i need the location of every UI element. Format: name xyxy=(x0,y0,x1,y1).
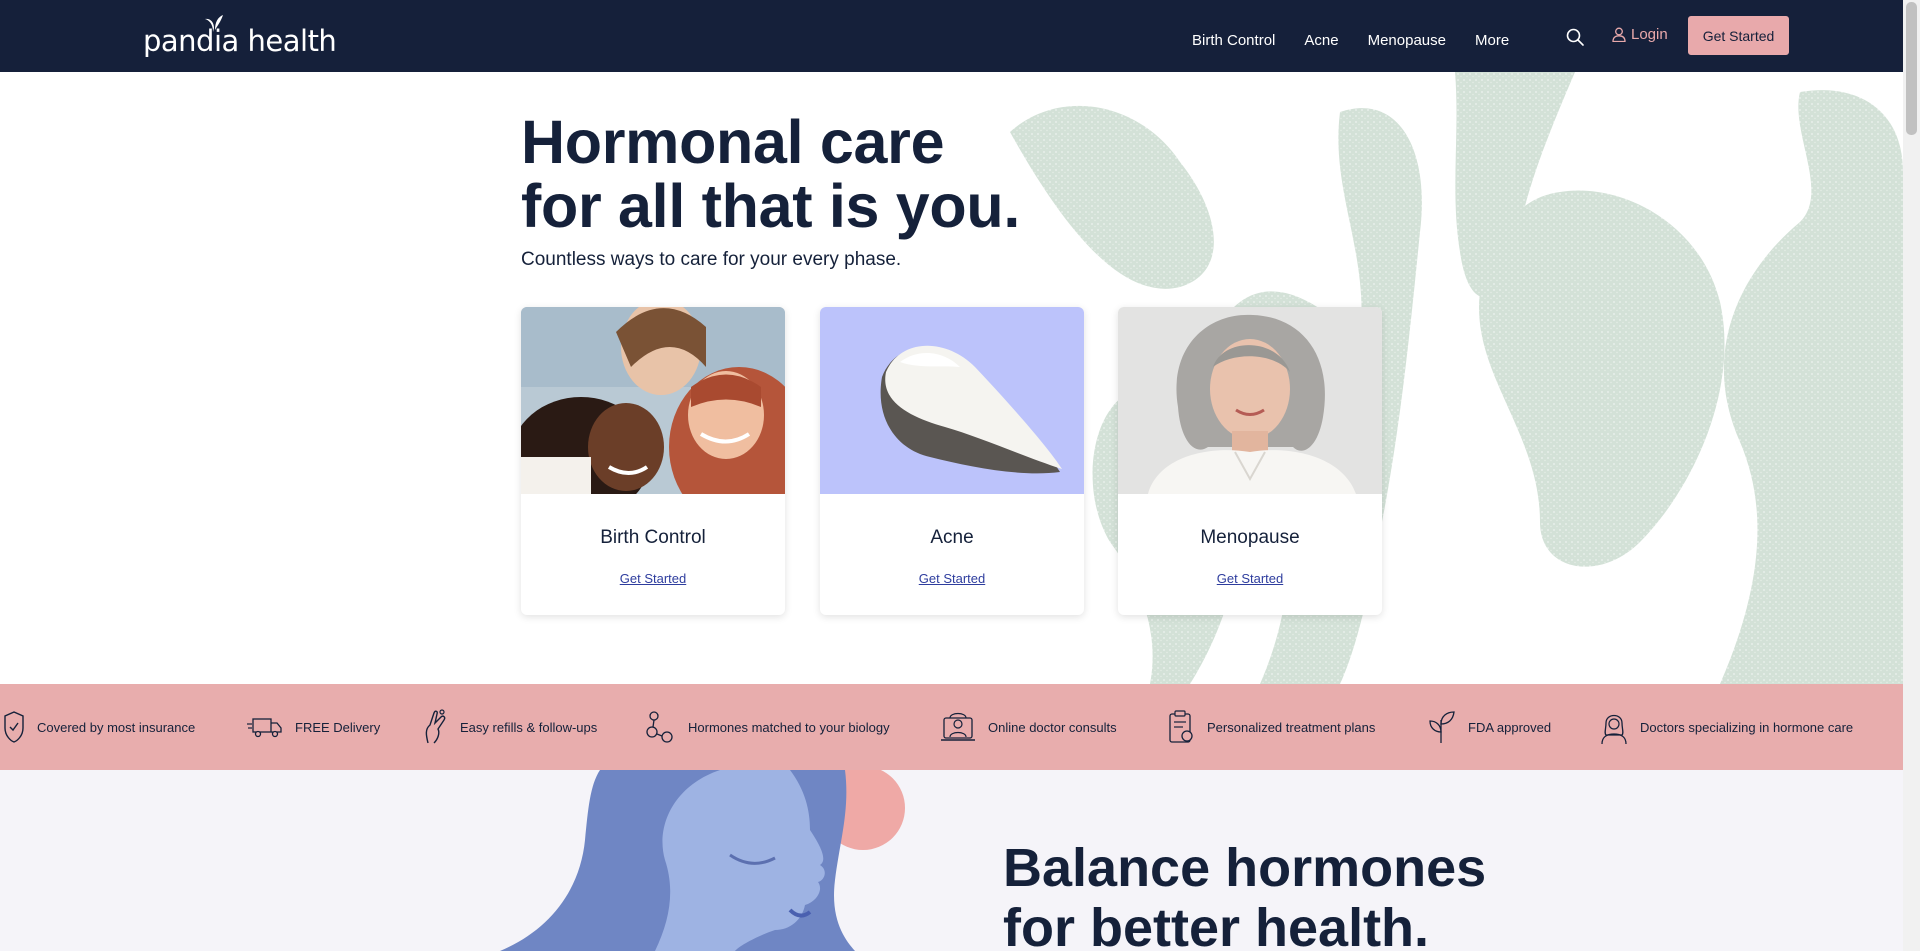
lower-title-line-2: for better health. xyxy=(1003,898,1430,951)
feature-item: Personalized treatment plans xyxy=(1167,684,1375,770)
clipboard-icon xyxy=(1169,710,1193,743)
leaf-icon xyxy=(1429,711,1455,743)
feature-label: Online doctor consults xyxy=(988,719,1117,735)
truck-icon xyxy=(247,718,282,738)
feature-item: Covered by most insurance xyxy=(3,684,195,770)
features-banner: Covered by most insurance FREE Delivery … xyxy=(0,684,1903,770)
card-title: Acne xyxy=(930,527,974,548)
feature-label: Personalized treatment plans xyxy=(1207,719,1376,735)
hero-title: Hormonal care for all that is you. xyxy=(521,110,1020,238)
nav-link-more[interactable]: More xyxy=(1475,32,1509,49)
feature-label: Doctors specializing in hormone care xyxy=(1640,719,1854,735)
cream-swatch-photo xyxy=(820,307,1084,494)
hand-icon xyxy=(425,709,446,744)
shield-icon xyxy=(4,711,24,743)
nav-link-birth-control[interactable]: Birth Control xyxy=(1192,32,1275,49)
balance-hormones-title: Balance hormones for better health. xyxy=(1003,838,1486,951)
lower-title-line-1: Balance hormones xyxy=(1003,838,1487,898)
laptop-doctor-icon xyxy=(941,712,975,741)
feature-item: FREE Delivery xyxy=(247,684,380,770)
pandia-health-logo[interactable]: pandia health xyxy=(143,15,337,58)
page-scrollbar[interactable] xyxy=(1903,0,1920,951)
card-menopause[interactable]: Menopause Get Started xyxy=(1118,307,1382,615)
hero-subtitle: Countless ways to care for your every ph… xyxy=(521,249,902,270)
feature-label: FREE Delivery xyxy=(295,719,381,735)
hero-title-line-1: Hormonal care xyxy=(521,108,945,176)
feature-label: Covered by most insurance xyxy=(37,719,196,735)
feature-label: FDA approved xyxy=(1468,719,1552,735)
nav-link-menopause[interactable]: Menopause xyxy=(1368,32,1446,49)
search-icon[interactable] xyxy=(1565,27,1585,47)
card-acne[interactable]: Acne Get Started xyxy=(820,307,1084,615)
card-title: Menopause xyxy=(1200,527,1300,548)
feature-item: Doctors specializing in hormone care xyxy=(1600,684,1853,770)
hero-title-line-2: for all that is you. xyxy=(521,172,1021,240)
user-icon xyxy=(1612,27,1626,42)
main-nav-links: Birth Control Acne Menopause More xyxy=(1192,0,1538,80)
feature-item: FDA approved xyxy=(1428,684,1551,770)
top-navigation: pandia health Birth Control Acne Menopau… xyxy=(0,0,1903,72)
login-label: Login xyxy=(1631,26,1668,43)
login-link[interactable]: Login xyxy=(1612,26,1668,43)
molecule-icon xyxy=(646,711,673,743)
get-started-button[interactable]: Get Started xyxy=(1688,16,1789,55)
logo-text: pandia health xyxy=(143,24,337,58)
feature-label: Hormones matched to your biology xyxy=(688,719,890,735)
feature-label: Easy refills & follow-ups xyxy=(460,719,598,735)
card-get-started-link[interactable]: Get Started xyxy=(1118,571,1382,586)
feature-item: Easy refills & follow-ups xyxy=(422,684,597,770)
nav-link-acne[interactable]: Acne xyxy=(1304,32,1338,49)
balance-hormones-section xyxy=(0,770,1903,951)
woman-profile-illustration xyxy=(500,770,905,951)
doctor-icon xyxy=(1601,714,1627,745)
leaf-logo-icon xyxy=(205,15,223,32)
older-woman-portrait-photo xyxy=(1118,307,1382,494)
group-of-smiling-women-photo xyxy=(521,307,785,494)
feature-item: Online doctor consults xyxy=(940,684,1117,770)
card-get-started-link[interactable]: Get Started xyxy=(820,571,1084,586)
card-birth-control[interactable]: Birth Control Get Started xyxy=(521,307,785,615)
scrollbar-thumb[interactable] xyxy=(1906,2,1917,135)
card-get-started-link[interactable]: Get Started xyxy=(521,571,785,586)
feature-item: Hormones matched to your biology xyxy=(644,684,890,770)
card-title: Birth Control xyxy=(600,527,706,548)
